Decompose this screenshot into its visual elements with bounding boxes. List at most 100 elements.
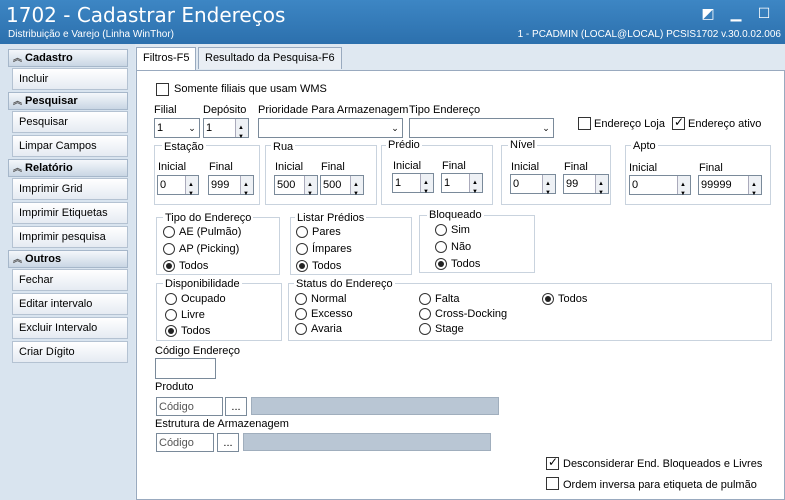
status-todos-radio[interactable]: [542, 293, 554, 305]
predio-inicial-spinner[interactable]: 1: [392, 173, 434, 201]
criar-digito-button[interactable]: Criar Dígito: [12, 341, 128, 363]
rua-final-spinner[interactable]: 500: [320, 175, 364, 203]
spin-icon[interactable]: [304, 176, 317, 203]
ae-radio[interactable]: [163, 226, 175, 238]
listar-todos-radio[interactable]: [296, 260, 308, 272]
desconsiderar-checkbox[interactable]: [546, 455, 559, 470]
spin-icon[interactable]: [542, 175, 555, 202]
pares-label: Pares: [312, 226, 341, 238]
tipo-endereco-select[interactable]: ⌄: [409, 118, 554, 138]
estrutura-description-field: [243, 433, 491, 451]
editar-intervalo-button[interactable]: Editar intervalo: [12, 293, 128, 315]
imprimir-pesquisa-button[interactable]: Imprimir pesquisa: [12, 226, 128, 248]
apto-inicial-spinner[interactable]: 0: [629, 175, 691, 203]
spin-icon[interactable]: [748, 176, 761, 203]
imprimir-grid-button[interactable]: Imprimir Grid: [12, 178, 128, 200]
predio-label: Prédio: [386, 139, 422, 151]
incluir-button[interactable]: Incluir: [12, 68, 128, 90]
ocupado-radio[interactable]: [165, 293, 177, 305]
disp-todos-radio[interactable]: [165, 325, 177, 337]
filial-select[interactable]: 1 ⌄: [154, 118, 200, 138]
spin-icon[interactable]: [677, 176, 690, 203]
section-cadastro[interactable]: ︽ Cadastro: [8, 49, 128, 67]
ordem-inversa-checkbox[interactable]: [546, 477, 559, 490]
estacao-final-value: 999: [211, 179, 230, 191]
spin-icon[interactable]: [235, 119, 248, 146]
produto-codigo-input[interactable]: Código: [156, 397, 223, 416]
ap-label: AP (Picking): [179, 243, 240, 255]
deposito-label: Depósito: [203, 104, 247, 116]
impares-radio[interactable]: [296, 243, 308, 255]
predio-final-spinner[interactable]: 1: [441, 173, 483, 201]
produto-description-field: [251, 397, 499, 415]
endereco-loja-checkbox[interactable]: [578, 117, 591, 130]
rua-inicial-spinner[interactable]: 500: [274, 175, 318, 203]
ap-radio[interactable]: [163, 243, 175, 255]
stage-radio[interactable]: [419, 323, 431, 335]
cross-docking-radio[interactable]: [419, 308, 431, 320]
spin-icon[interactable]: [185, 176, 198, 203]
ae-label: AE (Pulmão): [179, 226, 242, 238]
status-endereco-group: [288, 283, 772, 341]
tipo-todos-radio[interactable]: [163, 260, 175, 272]
wms-checkbox[interactable]: [156, 83, 169, 96]
codigo-endereco-input[interactable]: [155, 358, 216, 379]
fechar-button[interactable]: Fechar: [12, 269, 128, 291]
nivel-inicial-spinner[interactable]: 0: [510, 174, 556, 202]
rua-inicial-value: 500: [277, 179, 296, 191]
sim-radio[interactable]: [435, 224, 447, 236]
endereco-loja-label: Endereço Loja: [594, 118, 665, 130]
prioridade-select[interactable]: ⌄: [258, 118, 403, 138]
tipo-endereco-title: Tipo do Endereço: [163, 212, 254, 224]
spin-icon[interactable]: [595, 175, 608, 202]
minimize-icon[interactable]: ▁: [727, 4, 745, 22]
section-relatorio[interactable]: ︽ Relatório: [8, 159, 128, 177]
pesquisar-button[interactable]: Pesquisar: [12, 111, 128, 133]
final-label: Final: [209, 161, 233, 173]
pares-radio[interactable]: [296, 226, 308, 238]
section-label: Cadastro: [25, 52, 73, 64]
status-todos-label: Todos: [558, 293, 588, 305]
restore-icon[interactable]: ◩: [699, 4, 717, 22]
livre-radio[interactable]: [165, 309, 177, 321]
deposito-spinner[interactable]: 1: [203, 118, 249, 146]
normal-radio[interactable]: [295, 293, 307, 305]
estacao-inicial-spinner[interactable]: 0: [157, 175, 199, 203]
maximize-icon[interactable]: ☐: [755, 4, 773, 22]
section-outros[interactable]: ︽ Outros: [8, 250, 128, 268]
status-endereco-title: Status do Endereço: [294, 278, 395, 290]
imprimir-etiquetas-button[interactable]: Imprimir Etiquetas: [12, 202, 128, 224]
spin-icon[interactable]: [469, 174, 482, 201]
estrutura-codigo-input[interactable]: Código: [156, 433, 214, 452]
endereco-ativo-checkbox[interactable]: [672, 115, 685, 130]
section-label: Outros: [25, 253, 62, 265]
spin-icon[interactable]: [420, 174, 433, 201]
final-label: Final: [442, 160, 466, 172]
limpar-campos-button[interactable]: Limpar Campos: [12, 135, 128, 157]
excesso-label: Excesso: [311, 308, 353, 320]
spin-icon[interactable]: [240, 176, 253, 203]
tab-filtros[interactable]: Filtros-F5: [136, 47, 197, 71]
produto-label: Produto: [155, 381, 194, 393]
apto-final-spinner[interactable]: 99999: [698, 175, 762, 203]
estrutura-search-button[interactable]: ...: [217, 433, 239, 452]
excluir-intervalo-button[interactable]: Excluir Intervalo: [12, 317, 128, 339]
wms-label: Somente filiais que usam WMS: [174, 83, 327, 95]
apto-label: Apto: [631, 140, 658, 152]
estacao-final-spinner[interactable]: 999: [208, 175, 254, 203]
stage-label: Stage: [435, 323, 464, 335]
produto-search-button[interactable]: ...: [225, 397, 247, 416]
apto-final-value: 99999: [701, 179, 732, 191]
falta-radio[interactable]: [419, 293, 431, 305]
nivel-final-spinner[interactable]: 99: [563, 174, 609, 202]
section-pesquisar[interactable]: ︽ Pesquisar: [8, 92, 128, 110]
nao-radio[interactable]: [435, 241, 447, 253]
estrutura-label: Estrutura de Armazenagem: [155, 418, 289, 430]
excesso-radio[interactable]: [295, 308, 307, 320]
window-title: 1702 - Cadastrar Endereços: [6, 3, 286, 27]
spin-icon[interactable]: [350, 176, 363, 203]
inicial-label: Inicial: [511, 161, 540, 173]
bloq-todos-radio[interactable]: [435, 258, 447, 270]
tab-resultado[interactable]: Resultado da Pesquisa-F6: [198, 47, 342, 69]
avaria-radio[interactable]: [295, 323, 307, 335]
